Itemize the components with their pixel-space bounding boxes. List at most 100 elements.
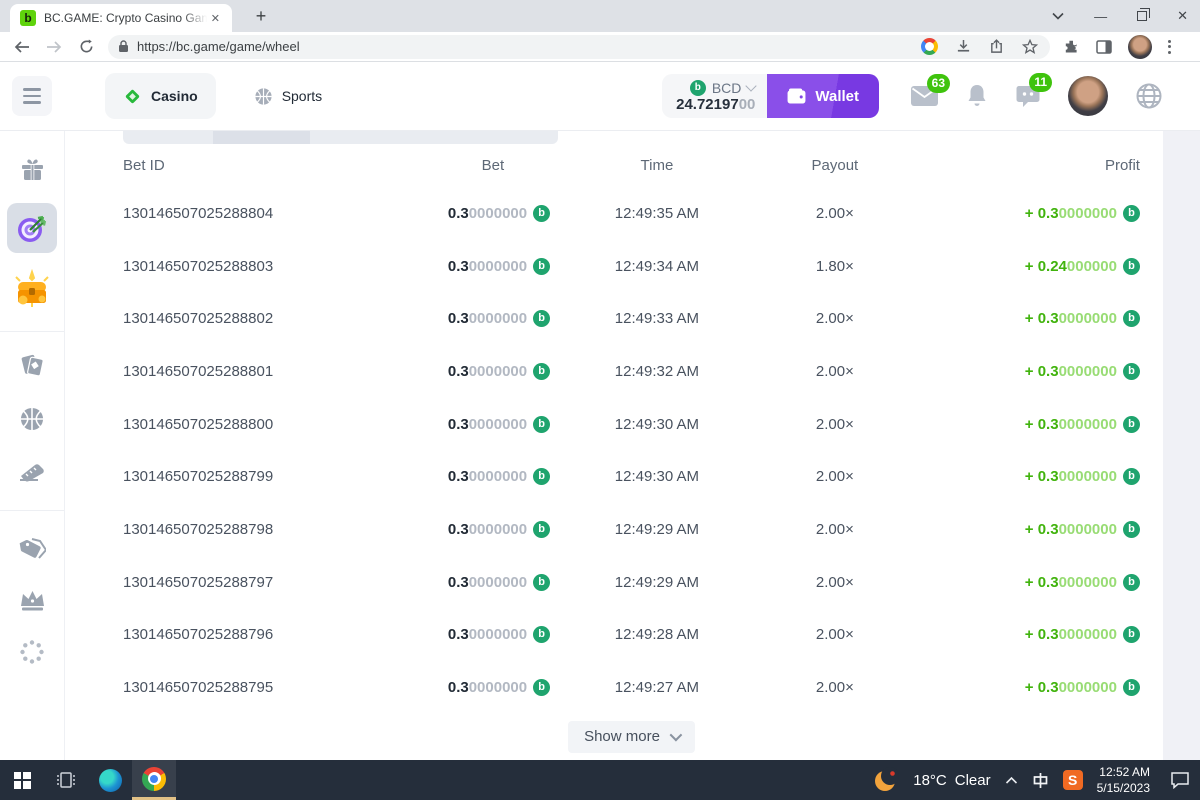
gift-icon[interactable] (20, 157, 45, 181)
weather-condition: Clear (955, 772, 991, 789)
coin-icon: b (533, 258, 550, 275)
sidebar-menu-button[interactable] (12, 76, 52, 116)
time-cell: 12:49:27 AM (550, 679, 764, 696)
coin-icon: b (533, 363, 550, 380)
currency-selector[interactable]: b BCD 24.7219700 (662, 74, 767, 118)
wallet-button[interactable]: Wallet (767, 74, 879, 118)
user-avatar[interactable] (1068, 76, 1108, 116)
table-row[interactable]: 130146507025288801 0.30000000 b 12:49:32… (123, 345, 1140, 398)
url-text[interactable]: https://bc.game/game/wheel (137, 39, 921, 54)
clock-widget[interactable]: 12:52 AM 5/15/2023 (1097, 764, 1150, 796)
payout-cell: 1.80× (764, 258, 906, 275)
share-icon[interactable] (989, 39, 1004, 54)
coin-icon: b (1123, 521, 1140, 538)
spin-circle-icon[interactable] (19, 639, 45, 665)
profit-cell: + 0.30000000 b (906, 205, 1140, 222)
coin-icon: b (1123, 205, 1140, 222)
profit-cell: + 0.30000000 b (906, 679, 1140, 696)
bookmark-star-icon[interactable] (1022, 39, 1038, 54)
tray-chevron-up-icon[interactable] (1005, 776, 1018, 785)
weather-widget[interactable]: 18°C Clear (913, 772, 990, 789)
chrome-taskbar-icon[interactable] (132, 760, 176, 800)
currency-code: BCD (712, 80, 742, 96)
ime-indicator[interactable] (1032, 772, 1049, 789)
bet-amount-cell: 0.30000000 b (377, 574, 550, 591)
coin-icon: b (533, 679, 550, 696)
bet-amount-cell: 0.30000000 b (377, 521, 550, 538)
notifications-button[interactable] (966, 84, 988, 108)
site-header: Casino Sports b BCD 24.7219700 Wallet (0, 62, 1200, 131)
close-window-button[interactable]: ✕ (1177, 8, 1188, 24)
coin-icon: b (1123, 574, 1140, 591)
racing-shoe-icon[interactable] (18, 460, 46, 484)
new-tab-button[interactable]: + (248, 3, 274, 29)
coin-icon: b (533, 521, 550, 538)
table-row[interactable]: 130146507025288798 0.30000000 b 12:49:29… (123, 503, 1140, 556)
treasure-chest-icon[interactable] (11, 269, 53, 311)
table-row[interactable]: 130146507025288797 0.30000000 b 12:49:29… (123, 556, 1140, 609)
sogou-tray-icon[interactable]: S (1063, 770, 1083, 790)
table-row[interactable]: 130146507025288800 0.30000000 b 12:49:30… (123, 398, 1140, 451)
minimize-button[interactable]: — (1094, 9, 1107, 24)
col-profit: Profit (906, 157, 1140, 174)
windows-taskbar: 18°C Clear S 12:52 AM 5/15/2023 (0, 760, 1200, 800)
casino-cards-icon[interactable] (19, 352, 45, 378)
refresh-icon[interactable] (74, 35, 98, 59)
back-icon[interactable] (10, 35, 34, 59)
profit-cell: + 0.30000000 b (906, 363, 1140, 380)
bets-tabs-remnant[interactable] (123, 131, 558, 144)
browser-tab[interactable]: b BC.GAME: Crypto Casino Games ✕ (10, 4, 232, 32)
coin-icon: b (1123, 416, 1140, 433)
coin-icon: b (533, 310, 550, 327)
chat-badge: 11 (1029, 73, 1052, 92)
time-cell: 12:49:28 AM (550, 626, 764, 643)
bet-id-cell: 130146507025288801 (123, 363, 377, 380)
browser-profile-avatar[interactable] (1128, 35, 1152, 59)
forward-icon[interactable] (42, 35, 66, 59)
start-button[interactable] (0, 760, 44, 800)
table-row[interactable]: 130146507025288796 0.30000000 b 12:49:28… (123, 609, 1140, 662)
mail-button[interactable]: 63 (911, 86, 938, 106)
table-row[interactable]: 130146507025288799 0.30000000 b 12:49:30… (123, 450, 1140, 503)
bet-amount-cell: 0.30000000 b (377, 468, 550, 485)
sidebar-item-wheel-active[interactable] (7, 203, 57, 253)
tab-close-icon[interactable]: ✕ (207, 10, 224, 27)
bet-amount-cell: 0.30000000 b (377, 258, 550, 275)
side-panel-icon[interactable] (1096, 40, 1112, 54)
col-bet: Bet (377, 157, 550, 174)
time-cell: 12:49:34 AM (550, 258, 764, 275)
bet-id-cell: 130146507025288798 (123, 521, 377, 538)
profit-cell: + 0.30000000 b (906, 310, 1140, 327)
download-icon[interactable] (956, 39, 971, 54)
sports-icon[interactable] (19, 406, 45, 432)
extensions-puzzle-icon[interactable] (1064, 39, 1080, 55)
promotions-tag-icon[interactable] (19, 537, 46, 563)
table-body: 130146507025288804 0.30000000 b 12:49:35… (123, 187, 1140, 714)
chat-button[interactable]: 11 (1016, 85, 1040, 108)
tab-sports-label: Sports (282, 88, 322, 104)
bet-id-cell: 130146507025288796 (123, 626, 377, 643)
payout-cell: 2.00× (764, 626, 906, 643)
browser-menu-icon[interactable] (1168, 40, 1171, 54)
action-center-icon[interactable] (1170, 771, 1190, 789)
google-icon[interactable] (921, 38, 938, 55)
table-row[interactable]: 130146507025288803 0.30000000 b 12:49:34… (123, 240, 1140, 293)
show-more-button[interactable]: Show more (568, 721, 695, 753)
lock-icon[interactable] (118, 40, 129, 53)
vip-crown-icon[interactable] (19, 589, 46, 611)
tab-sports[interactable]: Sports (236, 73, 340, 119)
payout-cell: 2.00× (764, 363, 906, 380)
col-payout: Payout (764, 157, 906, 174)
task-view-button[interactable] (44, 760, 88, 800)
edge-taskbar-icon[interactable] (88, 760, 132, 800)
tab-casino[interactable]: Casino (105, 73, 216, 119)
table-row[interactable]: 130146507025288804 0.30000000 b 12:49:35… (123, 187, 1140, 240)
tab-search-icon[interactable] (1052, 12, 1064, 20)
time-cell: 12:49:32 AM (550, 363, 764, 380)
table-row[interactable]: 130146507025288802 0.30000000 b 12:49:33… (123, 292, 1140, 345)
page-body: Bet ID Bet Time Payout Profit 1301465070… (0, 131, 1200, 760)
address-bar[interactable]: https://bc.game/game/wheel (108, 35, 1050, 59)
restore-button[interactable] (1137, 11, 1147, 21)
table-row[interactable]: 130146507025288795 0.30000000 b 12:49:27… (123, 661, 1140, 714)
language-globe-icon[interactable] (1136, 83, 1162, 109)
